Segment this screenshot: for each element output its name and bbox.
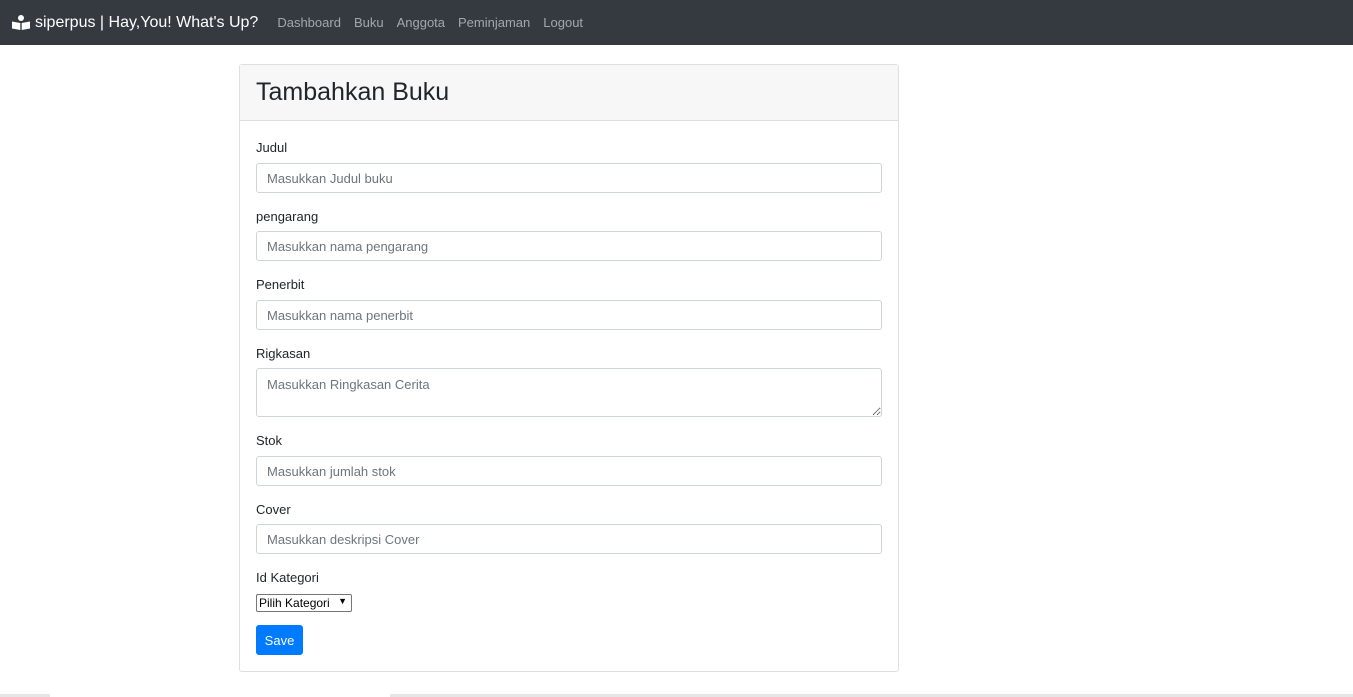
kategori-select[interactable]: Pilih Kategori ▼ bbox=[256, 594, 352, 612]
ringkasan-textarea[interactable] bbox=[256, 368, 882, 417]
penerbit-input[interactable] bbox=[256, 300, 882, 330]
cover-label: Cover bbox=[256, 502, 291, 517]
navbar-brand[interactable]: siperpus | Hay,You! What's Up? bbox=[12, 14, 258, 32]
top-navbar: siperpus | Hay,You! What's Up? Dashboard… bbox=[0, 0, 1353, 45]
nav-link-peminjaman[interactable]: Peminjaman bbox=[458, 15, 530, 30]
pengarang-label: pengarang bbox=[256, 209, 319, 224]
nav-link-anggota[interactable]: Anggota bbox=[397, 15, 445, 30]
stok-input[interactable] bbox=[256, 456, 882, 486]
page-title: Tambahkan Buku bbox=[256, 78, 450, 106]
ringkasan-label: Rigkasan bbox=[256, 346, 311, 361]
penerbit-label: Penerbit bbox=[256, 277, 305, 292]
judul-input[interactable] bbox=[256, 163, 882, 193]
add-book-card: Tambahkan Buku Judul pengarang Penerbit … bbox=[239, 64, 899, 672]
nav-link-dashboard[interactable]: Dashboard bbox=[277, 15, 341, 30]
book-reader-icon bbox=[12, 15, 30, 30]
brand-text: siperpus | Hay,You! What's Up? bbox=[35, 13, 259, 31]
judul-label: Judul bbox=[256, 140, 288, 155]
pengarang-input[interactable] bbox=[256, 231, 882, 261]
stok-label: Stok bbox=[256, 433, 283, 448]
kategori-label: Id Kategori bbox=[256, 570, 319, 585]
nav-link-logout[interactable]: Logout bbox=[543, 15, 583, 30]
kategori-selected-value: Pilih Kategori bbox=[259, 596, 330, 610]
nav-link-buku[interactable]: Buku bbox=[354, 15, 384, 30]
card-header: Tambahkan Buku bbox=[240, 65, 898, 121]
dropdown-arrow-icon: ▼ bbox=[338, 596, 347, 606]
cover-input[interactable] bbox=[256, 524, 882, 554]
save-button[interactable]: Save bbox=[256, 625, 303, 655]
